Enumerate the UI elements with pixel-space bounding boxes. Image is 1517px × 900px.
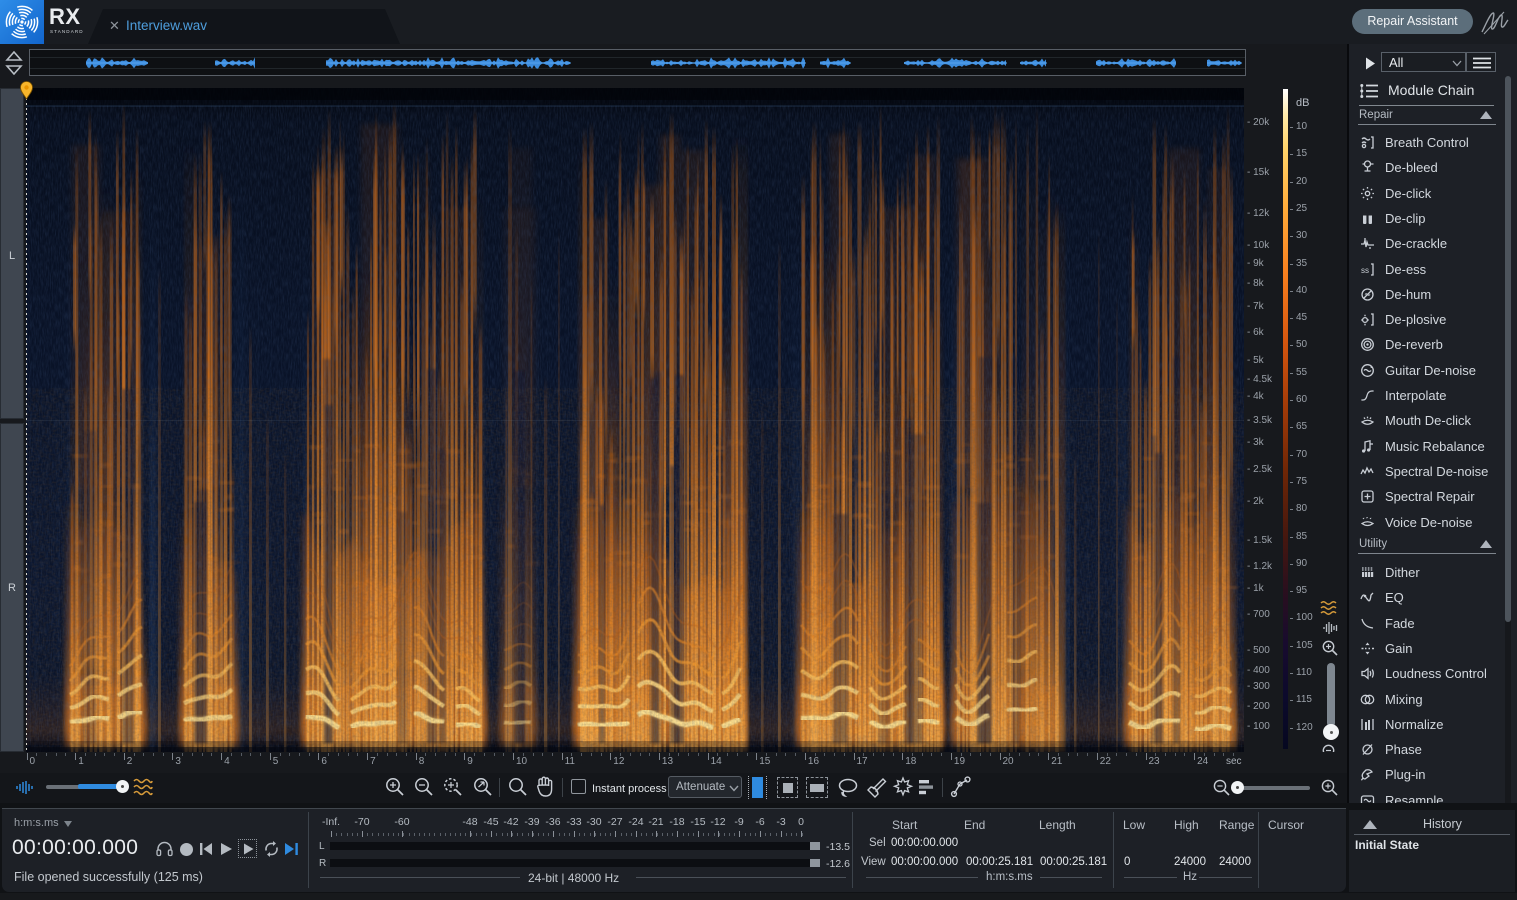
svg-text:ss: ss (1361, 266, 1369, 275)
